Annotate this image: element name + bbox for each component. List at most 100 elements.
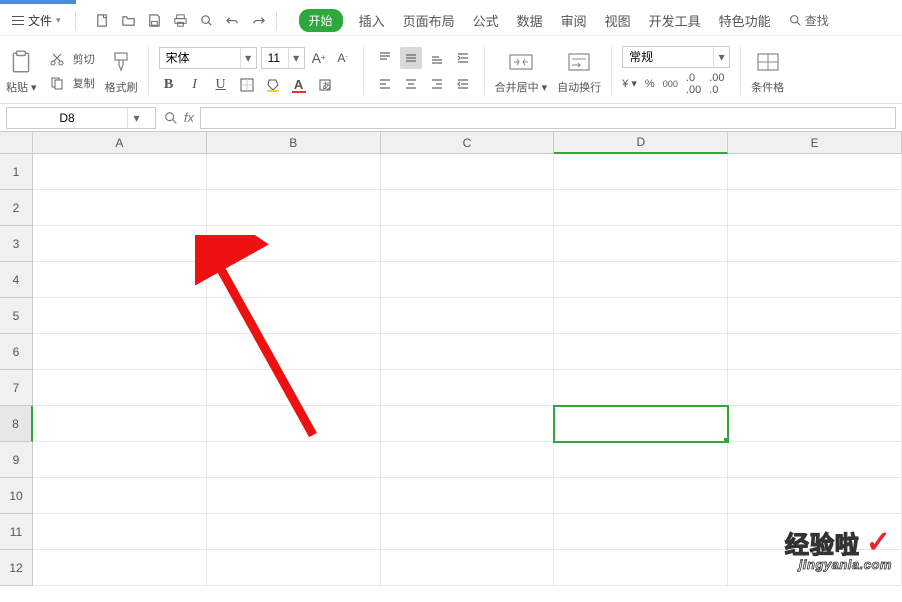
tab-layout[interactable]: 页面布局 xyxy=(401,9,457,32)
col-header-B[interactable]: B xyxy=(207,132,381,154)
cell-E3[interactable] xyxy=(728,226,902,262)
cell-A2[interactable] xyxy=(33,190,207,226)
tab-developer[interactable]: 开发工具 xyxy=(647,9,703,32)
row-header-4[interactable]: 4 xyxy=(0,262,33,298)
increase-decimal-button[interactable]: .0.00 xyxy=(686,72,701,96)
cell-D3[interactable] xyxy=(554,226,728,262)
print-icon[interactable] xyxy=(172,12,190,30)
cell-B6[interactable] xyxy=(207,334,381,370)
wrap-text-button[interactable]: 自动换行 xyxy=(557,47,601,95)
cell-D4[interactable] xyxy=(554,262,728,298)
cell-C11[interactable] xyxy=(381,514,555,550)
row-header-10[interactable]: 10 xyxy=(0,478,33,514)
fx-icon[interactable]: fx xyxy=(184,110,194,125)
undo-icon[interactable] xyxy=(224,12,242,30)
cell-E8[interactable] xyxy=(728,406,902,442)
align-center-button[interactable] xyxy=(400,73,422,95)
align-top-button[interactable] xyxy=(374,47,396,69)
cell-D5[interactable] xyxy=(554,298,728,334)
find-button[interactable]: 查找 xyxy=(789,12,829,29)
cell-C6[interactable] xyxy=(381,334,555,370)
chevron-down-icon[interactable]: ▾ xyxy=(127,108,145,128)
align-left-button[interactable] xyxy=(374,73,396,95)
row-header-2[interactable]: 2 xyxy=(0,190,33,226)
cell-A6[interactable] xyxy=(33,334,207,370)
row-header-5[interactable]: 5 xyxy=(0,298,33,334)
cut-button[interactable]: 剪切 xyxy=(47,49,95,69)
cell-B9[interactable] xyxy=(207,442,381,478)
row-header-7[interactable]: 7 xyxy=(0,370,33,406)
cell-E10[interactable] xyxy=(728,478,902,514)
font-name-select[interactable]: ▾ xyxy=(159,47,257,69)
name-box[interactable]: ▾ xyxy=(6,107,156,129)
currency-button[interactable]: ¥ ▾ xyxy=(622,72,637,96)
cell-C8[interactable] xyxy=(381,406,555,442)
cell-E1[interactable] xyxy=(728,154,902,190)
cell-A11[interactable] xyxy=(33,514,207,550)
align-bottom-button[interactable] xyxy=(426,47,448,69)
print-preview-icon[interactable] xyxy=(198,12,216,30)
font-name-input[interactable] xyxy=(160,51,240,65)
cell-C9[interactable] xyxy=(381,442,555,478)
cell-C12[interactable] xyxy=(381,550,555,586)
zoom-icon[interactable] xyxy=(164,111,178,125)
cell-E7[interactable] xyxy=(728,370,902,406)
cell-B1[interactable] xyxy=(207,154,381,190)
tab-view[interactable]: 视图 xyxy=(603,9,633,32)
indent-increase-button[interactable] xyxy=(452,47,474,69)
comma-button[interactable]: 000 xyxy=(663,72,678,96)
col-header-D[interactable]: D xyxy=(554,132,728,154)
cell-D1[interactable] xyxy=(554,154,728,190)
tab-start[interactable]: 开始 xyxy=(299,9,343,32)
chevron-down-icon[interactable]: ▾ xyxy=(240,48,256,68)
bold-button[interactable]: B xyxy=(159,75,179,95)
cell-A1[interactable] xyxy=(33,154,207,190)
file-menu[interactable]: 文件 ▾ xyxy=(6,10,67,31)
fill-color-button[interactable] xyxy=(263,75,283,95)
border-button[interactable] xyxy=(237,75,257,95)
cell-B11[interactable] xyxy=(207,514,381,550)
tab-features[interactable]: 特色功能 xyxy=(717,9,773,32)
open-icon[interactable] xyxy=(120,12,138,30)
italic-button[interactable]: I xyxy=(185,75,205,95)
cell-E5[interactable] xyxy=(728,298,902,334)
underline-button[interactable]: U xyxy=(211,75,231,95)
cell-E2[interactable] xyxy=(728,190,902,226)
cell-C5[interactable] xyxy=(381,298,555,334)
decrease-font-button[interactable]: A- xyxy=(333,48,353,68)
cell-A7[interactable] xyxy=(33,370,207,406)
cell-B3[interactable] xyxy=(207,226,381,262)
cell-B4[interactable] xyxy=(207,262,381,298)
font-color-button[interactable]: A xyxy=(289,75,309,95)
cell-E9[interactable] xyxy=(728,442,902,478)
format-painter-button[interactable]: 格式刷 xyxy=(105,47,138,95)
cell-D6[interactable] xyxy=(554,334,728,370)
cell-E4[interactable] xyxy=(728,262,902,298)
phonetic-button[interactable]: あ xyxy=(315,75,335,95)
row-header-9[interactable]: 9 xyxy=(0,442,33,478)
tab-formula[interactable]: 公式 xyxy=(471,9,501,32)
row-header-12[interactable]: 12 xyxy=(0,550,33,586)
decrease-decimal-button[interactable]: .00.0 xyxy=(709,72,724,96)
merge-center-button[interactable]: 合并居中 ▾ xyxy=(495,47,548,95)
align-middle-button[interactable] xyxy=(400,47,422,69)
cell-B8[interactable] xyxy=(207,406,381,442)
cell-C10[interactable] xyxy=(381,478,555,514)
indent-decrease-button[interactable] xyxy=(452,73,474,95)
cell-B2[interactable] xyxy=(207,190,381,226)
cell-A9[interactable] xyxy=(33,442,207,478)
increase-font-button[interactable]: A+ xyxy=(309,48,329,68)
new-doc-icon[interactable] xyxy=(94,12,112,30)
conditional-format-button[interactable]: 条件格 xyxy=(751,47,784,95)
number-format-input[interactable] xyxy=(623,50,713,64)
font-size-select[interactable]: ▾ xyxy=(261,47,305,69)
cell-A8[interactable] xyxy=(33,406,207,442)
col-header-A[interactable]: A xyxy=(33,132,207,154)
cell-E6[interactable] xyxy=(728,334,902,370)
formula-input[interactable] xyxy=(201,108,895,128)
copy-button[interactable]: 复制 xyxy=(47,73,95,93)
cell-A10[interactable] xyxy=(33,478,207,514)
formula-input-wrap[interactable] xyxy=(200,107,896,129)
row-header-11[interactable]: 11 xyxy=(0,514,33,550)
cell-D9[interactable] xyxy=(554,442,728,478)
